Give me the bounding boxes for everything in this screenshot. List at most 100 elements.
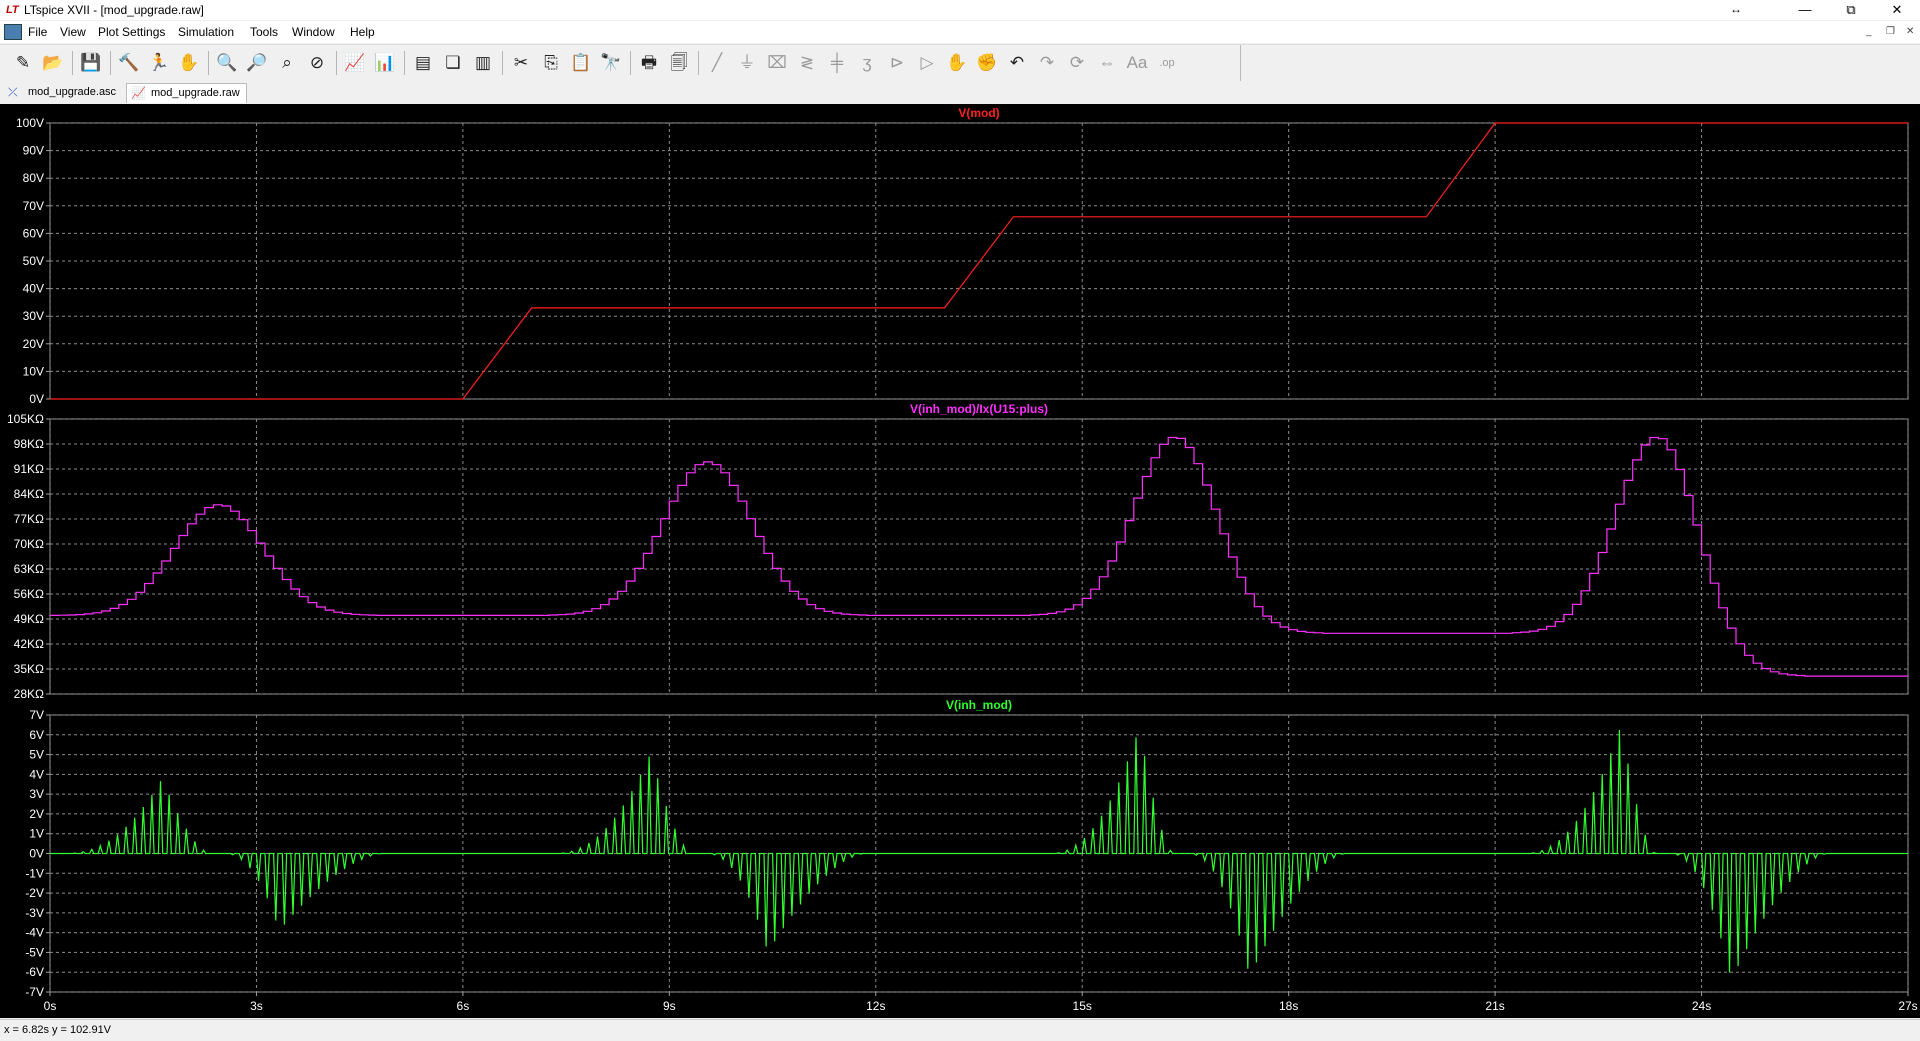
spice-directive-icon[interactable]: .op: [1154, 50, 1180, 76]
y-tick-label: 42KΩ: [14, 637, 44, 651]
y-tick-label: -7V: [25, 985, 44, 999]
y-tick-label: 28KΩ: [14, 687, 44, 701]
mdi-restore-button[interactable]: ❐: [1886, 26, 1895, 37]
pan-hand-icon[interactable]: ✋: [176, 50, 202, 76]
diode-icon[interactable]: ⊳: [884, 50, 910, 76]
schematic-icon: ⤫: [8, 85, 18, 99]
run-icon[interactable]: 🏃: [146, 50, 172, 76]
document-tab-bar: ⤫ mod_upgrade.asc 📈 mod_upgrade.raw: [0, 81, 1920, 103]
waveform-viewer[interactable]: 0V 10V 20V 30V 40V 50V 60V 70V 80V 90V 100V V(mod) 2…: [0, 104, 1920, 1018]
drag-icon[interactable]: ✊: [974, 50, 1000, 76]
wire-icon[interactable]: ╱: [704, 50, 730, 76]
title-bar: LT LTspice XVII - [mod_upgrade.raw] ↔ — …: [0, 0, 1920, 20]
tab-label: mod_upgrade.raw: [151, 87, 240, 99]
mdi-minimize-button[interactable]: _: [1866, 26, 1872, 37]
y-tick-label: 30V: [23, 309, 44, 323]
resistor-icon[interactable]: ≷: [794, 50, 820, 76]
find-icon[interactable]: 🔭: [598, 50, 624, 76]
open-icon[interactable]: 📂: [40, 50, 66, 76]
tab-mod-upgrade-asc[interactable]: ⤫ mod_upgrade.asc: [4, 83, 122, 102]
y-tick-label: 4V: [29, 767, 44, 781]
copy-icon[interactable]: ⎘: [538, 50, 564, 76]
y-tick-label: -5V: [25, 945, 44, 959]
y-tick-label: 40V: [23, 282, 44, 296]
y-tick-label: 77KΩ: [14, 512, 44, 526]
toolbar-separator: [502, 51, 503, 75]
mirror-icon[interactable]: ⇔: [1094, 50, 1120, 76]
y-tick-label: 49KΩ: [14, 612, 44, 626]
new-schematic-icon[interactable]: ✎: [10, 50, 36, 76]
menu-bar: File View Plot Settings Simulation Tools…: [0, 21, 1920, 43]
ground-icon[interactable]: ⏚: [734, 50, 760, 76]
toolbar-strip: ✎ 📂 💾 🔨 🏃 ✋ 🔍 🔎 ⌕ ⊘ 📈 📊 ▤ ❏ ▥ ✂ ⎘ 📋 🔭 🖶 🗐 ╱ ⏚ ⌧ ≷ ╪ ʒ ⊳ ▷ ✋ ✊ ↶ ↷ ⟳ ⇔ Aa .op: [0, 45, 1241, 81]
y-tick-label: 3V: [29, 787, 44, 801]
menu-tools[interactable]: Tools: [250, 25, 278, 39]
y-tick-label: 5V: [29, 748, 44, 762]
tile-horizontal-icon[interactable]: ▤: [410, 50, 436, 76]
mdi-close-button[interactable]: ✕: [1906, 26, 1914, 37]
y-tick-label: 60V: [23, 226, 44, 240]
tile-vertical-icon[interactable]: ▥: [470, 50, 496, 76]
y-tick-label: 50V: [23, 254, 44, 268]
trace-v-inh-mod: [50, 729, 1908, 973]
save-icon[interactable]: 💾: [78, 50, 104, 76]
pane-frame: [49, 418, 1909, 695]
y-tick-label: -6V: [25, 965, 44, 979]
window-title: LTspice XVII - [mod_upgrade.raw]: [24, 3, 204, 17]
trace-title[interactable]: V(inh_mod)/Ix(U15:plus): [910, 402, 1048, 416]
menu-file[interactable]: File: [28, 25, 47, 39]
y-tick-label: 2V: [29, 807, 44, 821]
tab-mod-upgrade-raw[interactable]: 📈 mod_upgrade.raw: [126, 83, 247, 103]
ltspice-app-icon[interactable]: LT: [6, 4, 20, 16]
toolbar-separator: [336, 51, 337, 75]
y-tick-label: -3V: [25, 906, 44, 920]
zoom-out-icon[interactable]: 🔎: [244, 50, 270, 76]
menu-help[interactable]: Help: [350, 25, 375, 39]
resize-arrows-icon: ↔: [1730, 2, 1742, 16]
undo-icon[interactable]: ↶: [1004, 50, 1030, 76]
menu-simulation[interactable]: Simulation: [178, 25, 234, 39]
zoom-in-icon[interactable]: 🔍: [214, 50, 240, 76]
move-icon[interactable]: ✋: [944, 50, 970, 76]
cut-icon[interactable]: ✂: [508, 50, 534, 76]
print-icon[interactable]: 🖶: [636, 50, 662, 76]
toolbar-separator: [208, 51, 209, 75]
redo-icon[interactable]: ↷: [1034, 50, 1060, 76]
cascade-icon[interactable]: ❏: [440, 50, 466, 76]
minimize-button[interactable]: —: [1782, 0, 1828, 20]
menu-window[interactable]: Window: [292, 25, 335, 39]
y-tick-label: 10V: [23, 364, 44, 378]
y-tick-label: -2V: [25, 886, 44, 900]
status-bar: x = 6.82s y = 102.91V: [0, 1019, 1920, 1041]
capacitor-icon[interactable]: ╪: [824, 50, 850, 76]
rotate-icon[interactable]: ⟳: [1064, 50, 1090, 76]
y-tick-label: 80V: [23, 171, 44, 185]
x-tick-label: 18s: [1279, 999, 1298, 1013]
x-tick-label: 9s: [663, 999, 676, 1013]
menu-plot-settings[interactable]: Plot Settings: [98, 25, 165, 39]
inductor-icon[interactable]: ʒ: [854, 50, 880, 76]
paste-icon[interactable]: 📋: [568, 50, 594, 76]
toolbar-separator: [698, 51, 699, 75]
menu-view[interactable]: View: [60, 25, 86, 39]
document-menu-icon[interactable]: [4, 24, 22, 40]
y-tick-label: 84KΩ: [14, 487, 44, 501]
print-preview-icon[interactable]: 🗐: [666, 50, 692, 76]
y-tick-label: 35KΩ: [14, 662, 44, 676]
toolbar-separator: [72, 51, 73, 75]
trace-title[interactable]: V(mod): [958, 106, 999, 120]
fft-icon[interactable]: 📊: [372, 50, 398, 76]
waveform-plot-svg[interactable]: 0V 10V 20V 30V 40V 50V 60V 70V 80V 90V 100V V(mod) 2…: [0, 104, 1920, 1018]
restore-button[interactable]: ⧉: [1828, 0, 1874, 20]
trace-title[interactable]: V(inh_mod): [946, 698, 1012, 712]
close-button[interactable]: ✕: [1874, 0, 1920, 20]
x-tick-label: 24s: [1692, 999, 1711, 1013]
zoom-cancel-icon[interactable]: ⊘: [304, 50, 330, 76]
text-icon[interactable]: Aa: [1124, 50, 1150, 76]
autorange-icon[interactable]: 📈: [342, 50, 368, 76]
label-net-icon[interactable]: ⌧: [764, 50, 790, 76]
zoom-fit-icon[interactable]: ⌕: [274, 50, 300, 76]
control-panel-icon[interactable]: 🔨: [116, 50, 142, 76]
y-tick-label: 56KΩ: [14, 587, 44, 601]
component-icon[interactable]: ▷: [914, 50, 940, 76]
